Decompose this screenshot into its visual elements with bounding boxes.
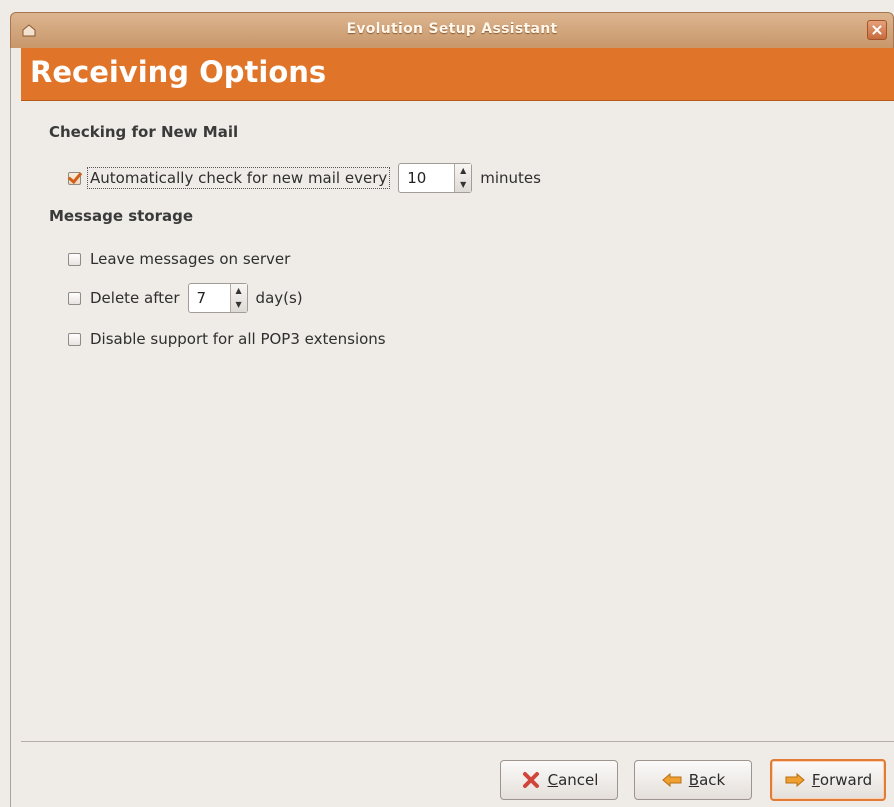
window-titlebar: Evolution Setup Assistant (10, 12, 894, 48)
disable-pop3-checkbox[interactable] (68, 332, 81, 346)
decrement-icon[interactable]: ▼ (231, 298, 247, 312)
cancel-button[interactable]: Cancel (500, 760, 618, 800)
auto-check-checkbox[interactable] (68, 171, 81, 185)
leave-on-server-label[interactable]: Leave messages on server (90, 250, 290, 268)
increment-icon[interactable]: ▲ (231, 284, 247, 298)
back-arrow-icon (662, 772, 682, 788)
delete-days-value[interactable]: 7 (189, 284, 230, 312)
delete-days-spinbutton[interactable]: 7 ▲ ▼ (187, 283, 248, 313)
delete-after-row: Delete after 7 ▲ ▼ day(s) (68, 283, 303, 313)
auto-check-label[interactable]: Automatically check for new mail every (87, 167, 391, 189)
window-title: Evolution Setup Assistant (346, 21, 558, 37)
close-icon (872, 25, 882, 35)
cancel-icon (522, 772, 539, 788)
back-button-label: Back (688, 771, 726, 789)
interval-stepper[interactable]: ▲ ▼ (454, 164, 472, 192)
disable-pop3-row: Disable support for all POP3 extensions (68, 330, 386, 348)
forward-button-label: Forward (811, 771, 873, 789)
interval-unit-label: minutes (480, 169, 541, 187)
leave-on-server-row: Leave messages on server (68, 250, 290, 268)
delete-after-label[interactable]: Delete after (90, 289, 180, 307)
cancel-button-label: Cancel (547, 771, 599, 789)
page-title: Receiving Options (30, 55, 327, 89)
interval-spinbutton[interactable]: 10 ▲ ▼ (398, 163, 473, 193)
content-area: Checking for New Mail Automatically chec… (21, 101, 894, 742)
back-button[interactable]: Back (634, 760, 752, 800)
section-title-new-mail: Checking for New Mail (49, 123, 239, 141)
increment-icon[interactable]: ▲ (455, 164, 471, 178)
leave-on-server-checkbox[interactable] (68, 252, 81, 266)
delete-days-unit-label: day(s) (255, 289, 303, 307)
page-header: Receiving Options (21, 48, 894, 101)
section-title-storage: Message storage (49, 207, 194, 225)
delete-days-stepper[interactable]: ▲ ▼ (229, 284, 247, 312)
interval-value[interactable]: 10 (399, 164, 454, 192)
forward-button[interactable]: Forward (770, 759, 886, 801)
auto-check-row: Automatically check for new mail every 1… (68, 163, 541, 193)
forward-arrow-icon (785, 772, 805, 788)
close-button[interactable] (867, 20, 887, 40)
disable-pop3-label[interactable]: Disable support for all POP3 extensions (90, 330, 386, 348)
decrement-icon[interactable]: ▼ (455, 178, 471, 192)
delete-after-checkbox[interactable] (68, 291, 81, 305)
